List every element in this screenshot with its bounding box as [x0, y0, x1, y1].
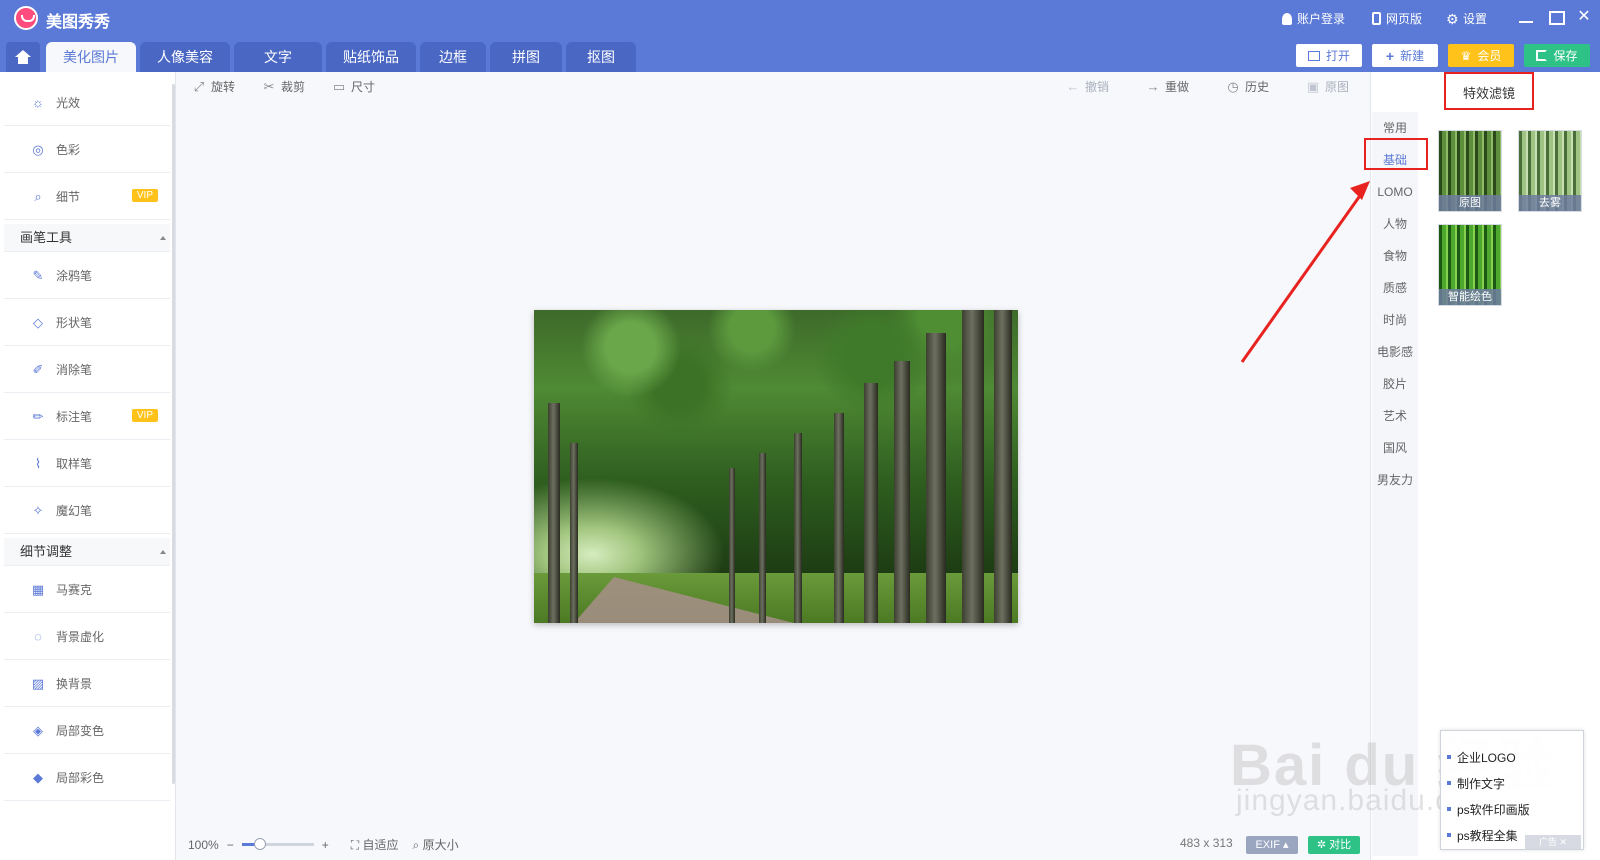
ad-link[interactable]: 企业LOGO	[1447, 749, 1516, 766]
arrow-head	[1350, 181, 1370, 200]
ad-tag-label: 广告	[1538, 837, 1557, 847]
arrow-shaft	[1240, 189, 1366, 363]
ad-link[interactable]: 制作文字	[1446, 775, 1505, 792]
ad-popup[interactable]: 企业LOGO 制作文字 ps软件印画版 ps教程全集 广告 ✕	[1440, 730, 1584, 850]
ad-tag[interactable]: 广告 ✕	[1525, 835, 1581, 849]
ad-link[interactable]: ps教程全集	[1447, 827, 1518, 844]
ad-link[interactable]: ps软件印画版	[1447, 801, 1530, 818]
